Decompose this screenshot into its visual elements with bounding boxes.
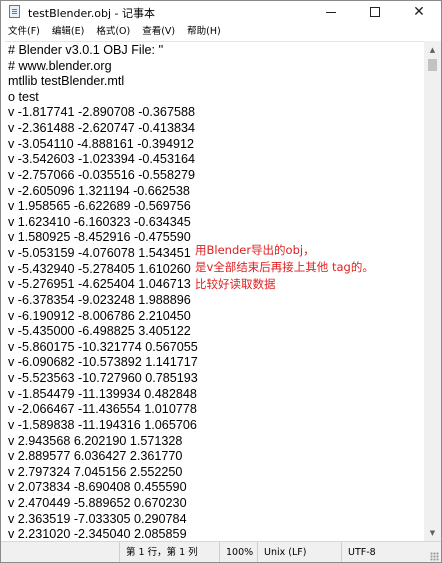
window-title: testBlender.obj - 记事本 [28, 7, 155, 20]
text-line: v 2.073834 -8.690408 0.455590 [8, 480, 187, 495]
text-line: v -1.854479 -11.139934 0.482848 [8, 386, 197, 401]
text-line: v 2.231020 -2.345040 2.085859 [8, 527, 187, 542]
text-line: v -2.605096 1.321194 -0.662538 [8, 183, 190, 198]
close-button[interactable]: ✕ [397, 1, 441, 23]
maximize-button[interactable] [353, 1, 397, 23]
text-line: v -2.066467 -11.436554 1.010778 [8, 402, 197, 417]
title-bar[interactable]: testBlender.obj - 记事本 ✕ [1, 1, 441, 23]
text-line: v 2.797324 7.045156 2.552250 [8, 464, 183, 479]
text-line: v 2.363519 -7.033305 0.290784 [8, 511, 187, 526]
cursor-position: 第 1 行，第 1 列 [119, 542, 219, 562]
text-line: # www.blender.org [8, 58, 112, 73]
scroll-up-button[interactable]: ▲ [424, 41, 441, 58]
scroll-down-button[interactable]: ▼ [424, 524, 441, 541]
chevron-down-icon: ▼ [429, 528, 436, 537]
chevron-up-icon: ▲ [429, 45, 436, 54]
text-line: v -1.589838 -11.194316 1.065706 [8, 417, 197, 432]
text-line: v -5.432940 -5.278405 1.610260 [8, 261, 191, 276]
notepad-app-icon [9, 5, 20, 18]
text-line: v 1.958565 -6.622689 -0.569756 [8, 199, 191, 214]
resize-grip[interactable] [430, 552, 439, 561]
vertical-scrollbar[interactable]: ▲ ▼ [424, 41, 441, 541]
menu-format[interactable]: 格式(O) [91, 23, 135, 41]
text-line: v 1.580925 -8.452916 -0.475590 [8, 230, 191, 245]
text-line: v -5.053159 -4.076078 1.543451 [8, 246, 191, 261]
text-line: v -2.757066 -0.035516 -0.558279 [8, 167, 195, 182]
text-line: # Blender v3.0.1 OBJ File: '' [8, 43, 164, 57]
text-line: v -1.817741 -2.890708 -0.367588 [8, 105, 195, 120]
minimize-icon [326, 11, 336, 13]
menu-edit[interactable]: 编辑(E) [47, 23, 89, 41]
text-line: v -2.361488 -2.620747 -0.413834 [8, 121, 195, 136]
text-line: o test [8, 89, 39, 104]
close-icon: ✕ [413, 4, 425, 20]
text-line: v -5.523563 -10.727960 0.785193 [8, 371, 198, 386]
text-line: v -6.090682 -10.573892 1.141717 [8, 355, 198, 370]
text-line: mtllib testBlender.mtl [8, 74, 125, 89]
text-editor-area[interactable]: v 2.231020 -2.345040 2.085859 v 2.363519 … [5, 41, 424, 542]
minimize-button[interactable] [309, 1, 353, 23]
notepad-window: testBlender.obj - 记事本 ✕ 文件(F) 编辑(E) 格式(O… [0, 0, 442, 563]
text-line: v -6.190912 -8.006786 2.210450 [8, 308, 191, 323]
text-line: v 2.470449 -5.889652 0.670230 [8, 495, 187, 510]
menu-view[interactable]: 查看(V) [137, 23, 180, 41]
encoding: UTF-8 [341, 542, 427, 562]
text-line: v 2.889577 6.036427 2.361770 [8, 449, 183, 464]
zoom-level: 100% [219, 542, 257, 562]
scrollbar-thumb[interactable] [428, 59, 437, 71]
annotation-line: 是v全部结束后再接上其他 tag的。 [195, 260, 374, 274]
text-line: v 1.623410 -6.160323 -0.634345 [8, 214, 191, 229]
menu-bar: 文件(F) 编辑(E) 格式(O) 查看(V) 帮助(H) [1, 23, 441, 41]
annotation-line: 比较好读取数据 [195, 277, 276, 291]
maximize-icon [370, 7, 380, 17]
text-line: v -6.378354 -9.023248 1.988896 [8, 292, 191, 307]
text-line: v -3.542603 -1.023394 -0.453164 [8, 152, 195, 167]
text-line: v -5.860175 -10.321774 0.567055 [8, 339, 198, 354]
status-bar: 第 1 行，第 1 列 100% Unix (LF) UTF-8 [1, 541, 441, 562]
menu-file[interactable]: 文件(F) [3, 23, 45, 41]
line-ending: Unix (LF) [257, 542, 341, 562]
text-line: v -5.435000 -6.498825 3.405122 [8, 324, 191, 339]
menu-help[interactable]: 帮助(H) [182, 23, 226, 41]
text-line: v 2.943568 6.202190 1.571328 [8, 433, 183, 448]
annotation-line: 用Blender导出的obj， [195, 243, 315, 257]
text-line: v -3.054110 -4.888161 -0.394912 [8, 136, 195, 151]
text-line: v -5.276951 -4.625404 1.046713 [8, 277, 191, 292]
